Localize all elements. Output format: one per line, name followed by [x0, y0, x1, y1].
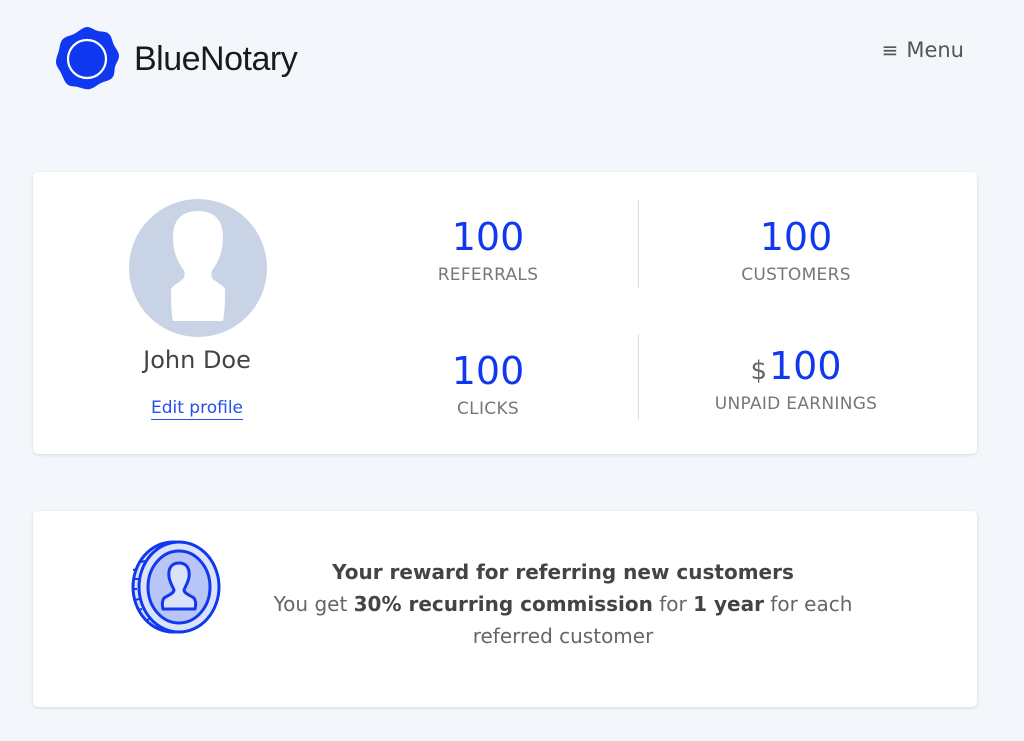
edit-profile-link[interactable]: Edit profile — [150, 398, 244, 420]
stat-customers-value: 100 — [759, 215, 833, 259]
stat-referrals: 100 REFERRALS — [358, 218, 618, 285]
reward-description: You get 30% recurring commission for 1 y… — [263, 588, 863, 652]
menu-label: Menu — [906, 38, 964, 62]
brand-logo[interactable]: BlueNotary — [54, 26, 298, 92]
stat-customers: 100 CUSTOMERS — [666, 218, 926, 285]
stat-customers-label: CUSTOMERS — [741, 265, 851, 285]
edit-profile-row: Edit profile — [97, 398, 297, 420]
stat-referrals-label: REFERRALS — [437, 265, 539, 285]
commission-rate: 30% recurring commission — [353, 592, 653, 616]
header: BlueNotary ≡ Menu — [0, 0, 1024, 120]
stat-divider — [638, 200, 639, 288]
currency-symbol: $ — [750, 356, 767, 386]
hamburger-icon: ≡ — [881, 38, 899, 62]
reward-text-part: You get — [273, 592, 354, 616]
stat-clicks-label: CLICKS — [457, 399, 519, 419]
avatar — [129, 199, 267, 337]
stat-unpaid-earnings-amount: 100 — [769, 344, 842, 388]
reward-title: Your reward for referring new customers — [332, 560, 794, 584]
stat-unpaid-earnings-value: $100 — [666, 347, 926, 385]
stat-unpaid-earnings: $100 UNPAID EARNINGS — [666, 347, 926, 414]
reward-text-part: for — [652, 592, 694, 616]
commission-duration: 1 year — [693, 592, 764, 616]
user-name: John Doe — [143, 346, 251, 374]
reward-card: Your reward for referring new customers … — [33, 511, 977, 707]
brand-logo-icon — [56, 27, 119, 90]
menu-button[interactable]: ≡ Menu — [882, 38, 964, 62]
profile-card: John Doe Edit profile 100 REFERRALS 100 … — [33, 172, 977, 454]
stat-unpaid-earnings-label: UNPAID EARNINGS — [714, 394, 878, 414]
stat-clicks: 100 CLICKS — [358, 352, 618, 419]
stat-referrals-value: 100 — [451, 215, 525, 259]
reward-text: Your reward for referring new customers … — [263, 556, 863, 652]
stat-divider — [638, 334, 639, 420]
brand-name: BlueNotary — [134, 39, 298, 78]
user-silhouette-icon — [171, 211, 225, 321]
stat-clicks-value: 100 — [451, 349, 525, 393]
coin-user-icon — [131, 540, 221, 634]
